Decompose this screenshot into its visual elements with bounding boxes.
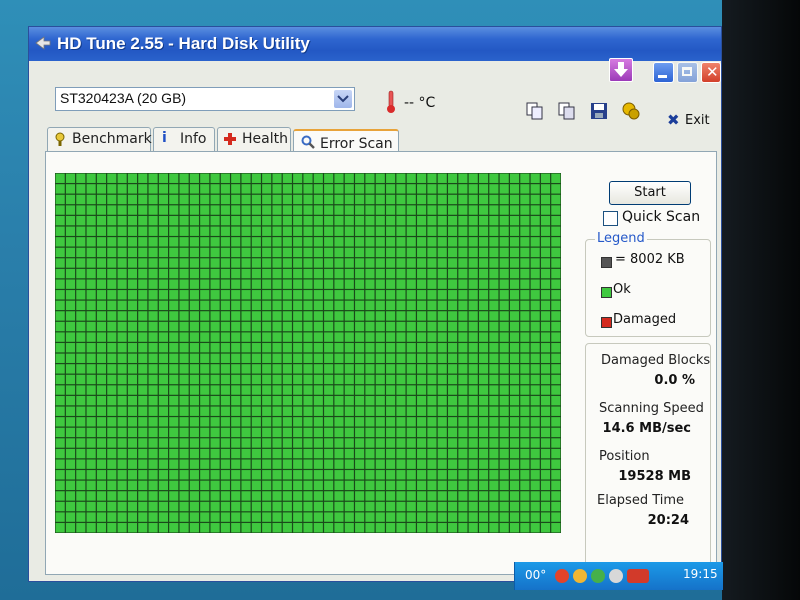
tab-info[interactable]: i Info (153, 127, 215, 151)
tab-label: Error Scan (320, 136, 393, 152)
legend-title: Legend (595, 231, 647, 246)
copy-icon[interactable] (525, 101, 545, 121)
tray-speaker-icon[interactable] (609, 569, 623, 583)
damaged-blocks-label: Damaged Blocks (601, 353, 711, 368)
legend-ok: Ok (613, 282, 631, 297)
elapsed-time-label: Elapsed Time (597, 493, 685, 508)
tab-benchmark[interactable]: Benchmark (47, 127, 152, 151)
position-value: 19528 MB (618, 469, 691, 484)
elapsed-time-value: 20:24 (647, 513, 689, 528)
quick-scan-checkbox[interactable] (603, 211, 618, 226)
tab-label: Benchmark (72, 131, 152, 147)
drive-select[interactable]: ST320423A (20 GB) (55, 87, 355, 111)
exit-button[interactable]: Exit (685, 113, 710, 128)
position-label: Position (599, 449, 650, 464)
app-icon (35, 36, 51, 50)
minimize-icon (658, 75, 667, 78)
options-icon[interactable] (621, 101, 641, 121)
legend-swatch-block (601, 257, 612, 268)
benchmark-icon (55, 132, 65, 146)
damaged-blocks-value: 0.0 % (654, 373, 695, 388)
drive-select-value: ST320423A (20 GB) (60, 90, 187, 106)
scanning-speed-label: Scanning Speed (599, 401, 704, 416)
maximize-button[interactable] (677, 62, 698, 83)
tray-shield-icon[interactable] (555, 569, 569, 583)
monitor-bezel (722, 0, 800, 600)
window-title: HD Tune 2.55 - Hard Disk Utility (57, 34, 310, 53)
legend-swatch-ok (601, 287, 612, 298)
close-button[interactable]: ✕ (701, 62, 721, 83)
tray-network-icon[interactable] (591, 569, 605, 583)
legend-swatch-damaged (601, 317, 612, 328)
taskbar-tray: 00° 19:15 (514, 562, 723, 590)
tray-app-icon[interactable] (627, 569, 649, 583)
legend-block-size: = 8002 KB (615, 252, 685, 267)
start-button-label: Start (634, 185, 666, 200)
tab-label: Health (242, 131, 288, 147)
exit-icon[interactable]: ✖ (667, 111, 680, 129)
minimize-button[interactable] (653, 62, 674, 83)
thermometer-icon (387, 90, 395, 113)
tab-label: Info (180, 131, 207, 147)
info-icon: i (162, 130, 167, 146)
tab-health[interactable]: Health (217, 127, 291, 151)
download-button[interactable] (609, 58, 633, 82)
legend-damaged: Damaged (613, 312, 677, 327)
download-arrow-icon (614, 62, 628, 77)
start-button[interactable]: Start (609, 181, 691, 205)
chevron-down-icon[interactable] (334, 90, 352, 108)
scan-block-map (55, 173, 561, 533)
close-icon: ✕ (706, 63, 719, 81)
copy-all-icon[interactable] (557, 101, 577, 121)
tray-temperature: 00° (525, 568, 547, 582)
app-window: HD Tune 2.55 - Hard Disk Utility ✕ ST320… (28, 26, 722, 582)
temperature-readout: -- °C (404, 95, 436, 111)
quick-scan-label: Quick Scan (622, 209, 701, 225)
save-icon[interactable] (589, 101, 609, 121)
magnifier-icon (301, 135, 315, 149)
scanning-speed-value: 14.6 MB/sec (602, 421, 691, 436)
maximize-icon (682, 67, 692, 76)
taskbar-clock[interactable]: 19:15 (683, 567, 718, 581)
tray-sun-icon[interactable] (573, 569, 587, 583)
health-icon (224, 133, 236, 145)
title-bar[interactable]: HD Tune 2.55 - Hard Disk Utility (29, 27, 721, 61)
